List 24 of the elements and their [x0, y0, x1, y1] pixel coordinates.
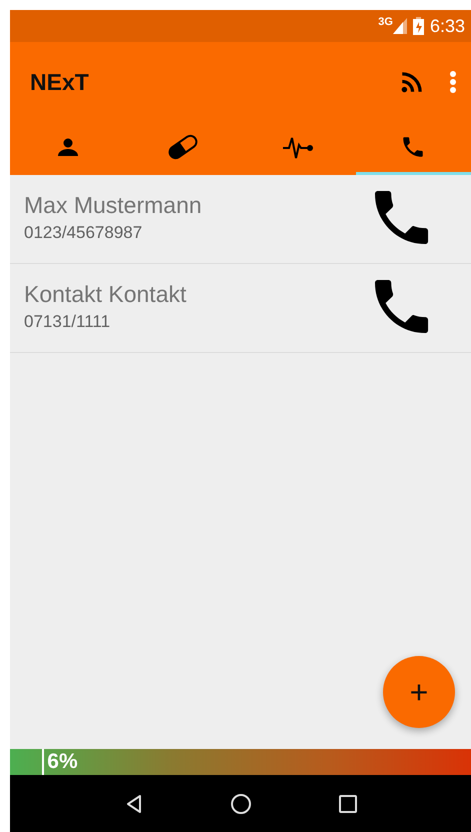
signal-icon [392, 18, 407, 34]
network-label: 3G [378, 15, 393, 30]
phone-number: 0123/45678987 [24, 222, 144, 244]
contact-row[interactable]: Kontakt Kontakt 07131/1111 [10, 264, 471, 353]
home-button[interactable] [230, 792, 252, 814]
clock-time: 6:33 [430, 14, 465, 38]
more-button[interactable] [449, 70, 457, 94]
phone-icon [375, 280, 431, 336]
battery-percentage: 6% [47, 749, 78, 775]
pill-icon [166, 134, 200, 160]
call-button[interactable] [375, 191, 431, 247]
app-title: NExT [30, 68, 89, 97]
contact-row[interactable]: Max Mustermann 0123/45678987 [10, 175, 471, 264]
phone-number: 07131/1111 [24, 311, 112, 334]
phone-icon [375, 191, 431, 247]
call-button[interactable] [375, 280, 431, 336]
contact-name: Max Mustermann [24, 192, 202, 220]
recents-icon [336, 792, 358, 814]
home-icon [230, 792, 252, 814]
contact-name: Kontakt Kontakt [24, 281, 186, 310]
more-icon [449, 70, 457, 94]
recents-button[interactable] [336, 792, 358, 814]
add-button[interactable]: + [383, 656, 455, 728]
battery-icon [412, 17, 424, 35]
